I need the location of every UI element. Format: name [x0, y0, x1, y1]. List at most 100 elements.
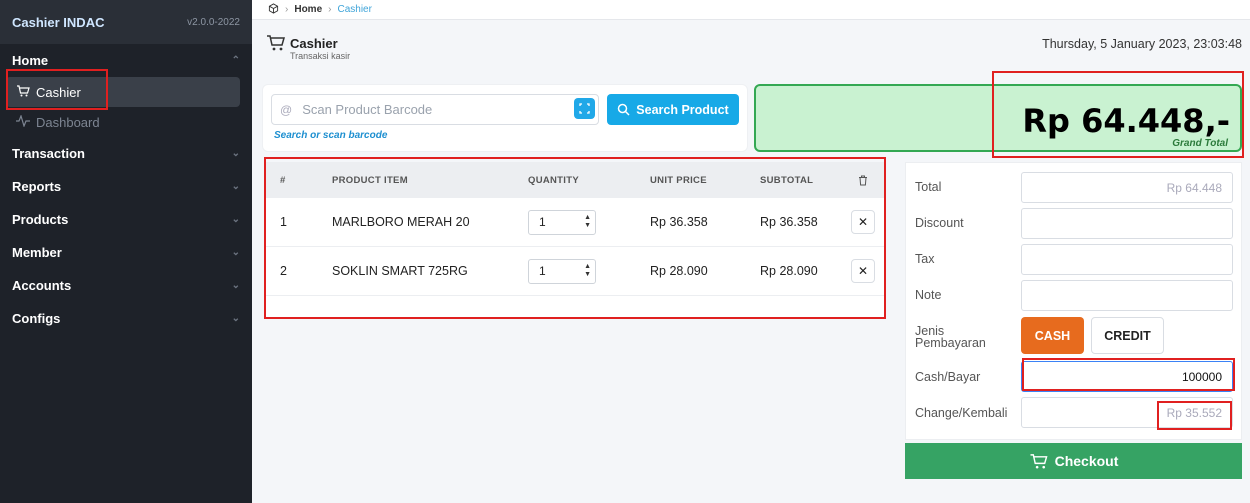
table-row: 2 SOKLIN SMART 725RG 1 ▲ ▼ Rp 28.090 Rp 28…: [266, 247, 884, 296]
nav-section-home[interactable]: Home ⌃: [0, 44, 252, 77]
product-name: SOKLIN SMART 725RG: [332, 264, 468, 278]
quantity-stepper[interactable]: 1 ▲ ▼: [528, 258, 596, 284]
checkout-button[interactable]: Checkout: [905, 443, 1242, 479]
total-label: Total: [915, 180, 942, 194]
col-header-item: PRODUCT ITEM: [332, 174, 408, 186]
quantity-value: 1: [539, 264, 546, 278]
subtotal: Rp 28.090: [760, 264, 818, 278]
search-button-label: Search Product: [636, 102, 729, 117]
search-placeholder: Scan Product Barcode: [302, 102, 433, 117]
credit-button[interactable]: CREDIT: [1091, 317, 1164, 354]
nav-section-configs[interactable]: Configs ⌄: [0, 302, 252, 335]
breadcrumb-current: Cashier: [337, 4, 372, 15]
remove-item-button[interactable]: ✕: [851, 210, 875, 234]
col-header-price: UNIT PRICE: [650, 174, 707, 186]
scan-icon: [579, 103, 590, 114]
search-hint: Search or scan barcode: [274, 130, 388, 141]
col-header-subtotal: SUBTOTAL: [760, 174, 814, 186]
discount-field[interactable]: [1021, 208, 1233, 239]
search-product-button[interactable]: Search Product: [607, 94, 739, 125]
grand-total-amount: Rp 64.448,-: [1022, 102, 1230, 140]
chevron-down-icon: ⌄: [231, 214, 240, 225]
sidebar-item-label: Dashboard: [36, 114, 100, 130]
breadcrumb: › Home › Cashier: [252, 0, 1250, 20]
nav-section-reports[interactable]: Reports ⌄: [0, 170, 252, 203]
app-name[interactable]: Cashier INDAC: [12, 15, 104, 30]
nav-section-label: Products: [12, 212, 69, 227]
breadcrumb-separator: ›: [285, 4, 289, 15]
cash-input[interactable]: 100000: [1021, 361, 1233, 392]
table-row: 1 MARLBORO MERAH 20 1 ▲ ▼ Rp 36.358 Rp 36.…: [266, 198, 884, 247]
trash-icon: [842, 175, 884, 186]
breadcrumb-separator: ›: [328, 4, 332, 15]
unit-price: Rp 28.090: [650, 264, 708, 278]
change-field: Rp 35.552: [1021, 397, 1233, 428]
cart-icon: [16, 84, 30, 100]
quantity-value: 1: [539, 215, 546, 229]
nav-section-label: Transaction: [12, 146, 85, 161]
close-icon: ✕: [857, 215, 869, 229]
nav-section-transaction[interactable]: Transaction ⌄: [0, 137, 252, 170]
cube-icon: [268, 2, 279, 17]
sidebar-item-label: Cashier: [36, 84, 81, 100]
brand-bar: Cashier INDAC v2.0.0-2022: [0, 0, 252, 44]
nav-section-accounts[interactable]: Accounts ⌄: [0, 269, 252, 302]
cart-icon: [1030, 453, 1048, 468]
col-header-no: #: [280, 174, 286, 186]
cash-button[interactable]: CASH: [1021, 317, 1084, 354]
sidebar-item-cashier[interactable]: Cashier: [6, 77, 240, 107]
note-field[interactable]: [1021, 280, 1233, 311]
table-header: # PRODUCT ITEM QUANTITY UNIT PRICE SUBTO…: [266, 162, 884, 198]
chevron-down-icon: ⌄: [231, 181, 240, 192]
change-label: Change/Kembali: [915, 406, 1008, 420]
nav-section-label: Home: [12, 53, 49, 68]
search-icon: [618, 103, 630, 116]
payment-method-label: Jenis Pembayaran: [915, 324, 986, 350]
chevron-up-icon: ⌃: [231, 55, 240, 66]
note-label: Note: [915, 288, 942, 302]
page-subtitle: Transaksi kasir: [290, 51, 351, 61]
remove-item-button[interactable]: ✕: [851, 259, 875, 283]
nav-section-label: Accounts: [12, 278, 72, 293]
page-title: Cashier: [290, 36, 338, 51]
search-card: @ Scan Product Barcode Search Product Se…: [262, 84, 748, 152]
change-value: Rp 35.552: [1166, 405, 1222, 420]
breadcrumb-home[interactable]: Home: [294, 4, 322, 15]
grand-total-panel: Rp 64.448,- Grand Total: [754, 84, 1242, 152]
grand-total-label: Grand Total: [1172, 138, 1228, 149]
at-icon: @: [280, 102, 293, 117]
current-datetime: Thursday, 5 January 2023, 23:03:48: [1042, 37, 1242, 51]
product-name: MARLBORO MERAH 20: [332, 215, 470, 229]
nav-section-products[interactable]: Products ⌄: [0, 203, 252, 236]
cash-value: 100000: [1181, 369, 1222, 384]
checkout-label: Checkout: [1054, 453, 1119, 469]
sidebar-item-dashboard[interactable]: Dashboard: [6, 107, 240, 137]
chevron-down-icon: ⌄: [231, 313, 240, 324]
payment-form: Total Rp 64.448 Discount Tax Note Jenis P…: [905, 162, 1242, 440]
tax-label: Tax: [915, 252, 935, 266]
cart-table: # PRODUCT ITEM QUANTITY UNIT PRICE SUBTO…: [266, 162, 884, 318]
cart-icon: [266, 34, 286, 55]
stepper-arrows-icon[interactable]: ▲ ▼: [584, 214, 591, 230]
barcode-search-input[interactable]: @ Scan Product Barcode: [271, 94, 599, 125]
scan-barcode-button[interactable]: [574, 98, 595, 119]
discount-label: Discount: [915, 216, 964, 230]
stepper-arrows-icon[interactable]: ▲ ▼: [584, 263, 591, 279]
row-number: 2: [280, 264, 287, 278]
nav-section-label: Reports: [12, 179, 62, 194]
nav-section-label: Member: [12, 245, 62, 260]
chevron-down-icon: ⌄: [231, 247, 240, 258]
cash-label: Cash/Bayar: [915, 370, 981, 384]
sidebar: Cashier INDAC v2.0.0-2022 Home ⌃ Cashier…: [0, 0, 252, 503]
tax-field[interactable]: [1021, 244, 1233, 275]
nav-section-member[interactable]: Member ⌄: [0, 236, 252, 269]
total-field: Rp 64.448: [1021, 172, 1233, 203]
nav-section-label: Configs: [12, 311, 61, 326]
row-number: 1: [280, 215, 287, 229]
chevron-down-icon: ⌄: [231, 280, 240, 291]
quantity-stepper[interactable]: 1 ▲ ▼: [528, 209, 596, 235]
col-header-qty: QUANTITY: [528, 174, 579, 186]
pulse-icon: [16, 113, 30, 130]
total-value: Rp 64.448: [1166, 180, 1222, 195]
page-header: Cashier Transaksi kasir Thursday, 5 Janu…: [252, 20, 1250, 72]
